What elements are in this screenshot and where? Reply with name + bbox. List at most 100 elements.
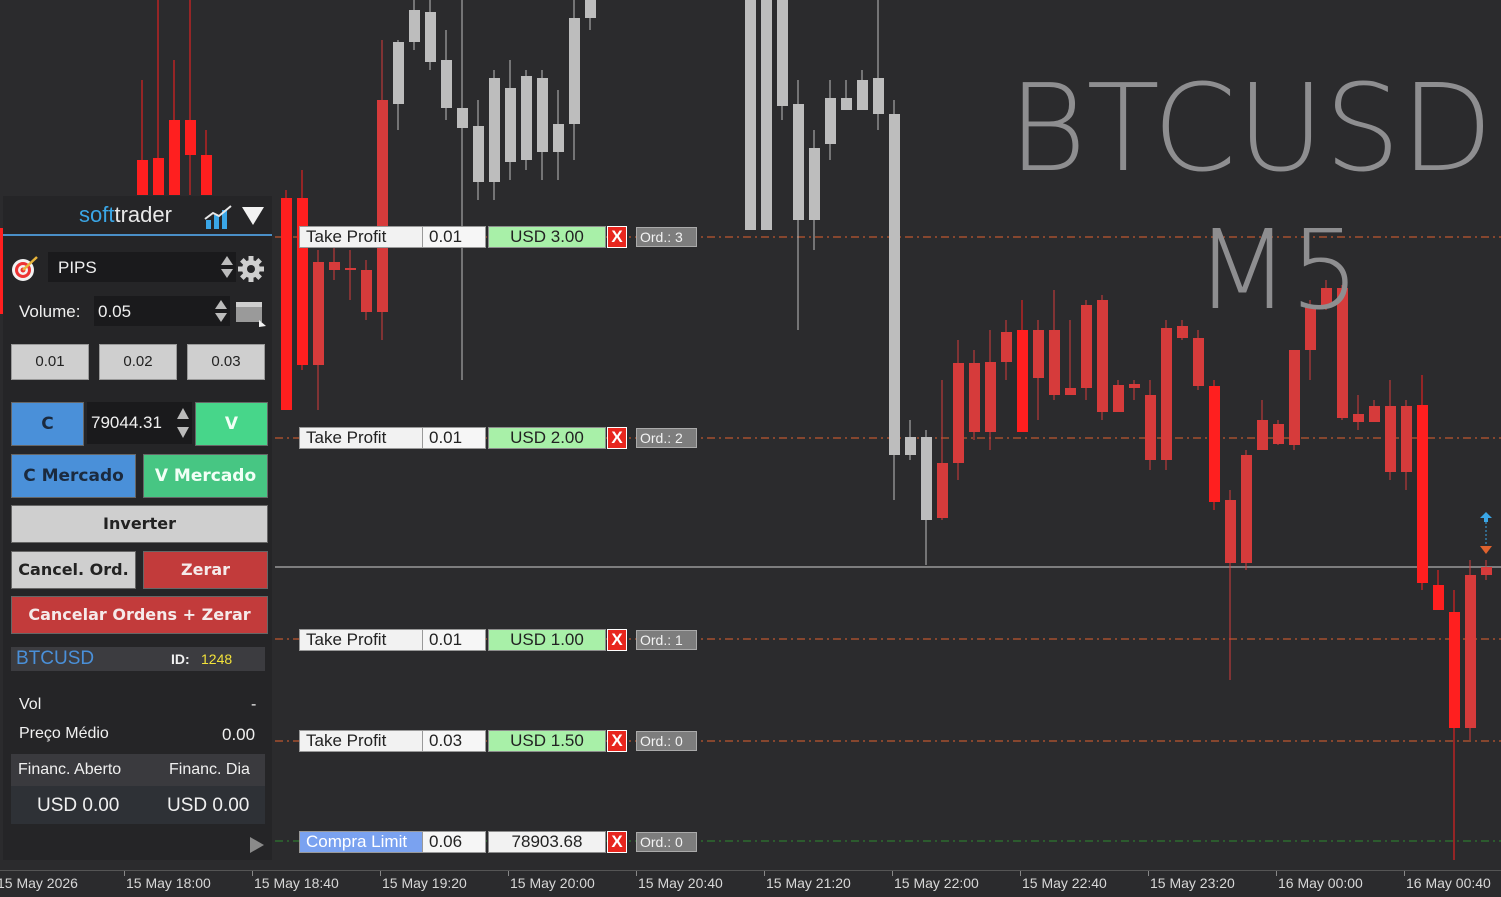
buy-button[interactable]: C: [11, 402, 84, 446]
volume-input[interactable]: 0.05: [94, 296, 230, 326]
gear-icon[interactable]: [237, 255, 265, 283]
candle-body: [1081, 305, 1092, 388]
close-order-button[interactable]: X: [607, 226, 627, 248]
order-type-label[interactable]: Take Profit: [299, 730, 425, 752]
sell-market-button[interactable]: V Mercado: [143, 454, 268, 498]
order-type-label[interactable]: Take Profit: [299, 629, 425, 651]
order-number: Ord.: 2: [636, 428, 697, 448]
id-value: 1248: [201, 651, 233, 667]
candle-body: [537, 78, 548, 152]
order-volume[interactable]: 0.01: [422, 427, 486, 449]
candle-body: [841, 98, 852, 110]
order-value[interactable]: USD 1.50: [488, 730, 606, 752]
time-axis-label: 16 May 00:40: [1406, 875, 1491, 891]
order-volume[interactable]: 0.01: [422, 226, 486, 248]
candle-body: [1001, 332, 1012, 362]
spinner-arrows-icon[interactable]: [214, 298, 228, 324]
close-order-button[interactable]: X: [607, 730, 627, 752]
candle-body: [1257, 420, 1268, 450]
candle-body: [281, 198, 292, 410]
order-type-label[interactable]: Take Profit: [299, 226, 425, 248]
candle-body: [425, 12, 436, 62]
order-type-label[interactable]: Compra Limit: [299, 831, 425, 853]
cancel-orders-button[interactable]: Cancel. Ord.: [11, 551, 136, 589]
volume-value: 0.05: [98, 302, 132, 321]
volume-label: Volume:: [19, 302, 81, 321]
time-axis-label: 15 May 18:00: [126, 875, 211, 891]
candle-body: [1177, 326, 1188, 338]
brand-divider: [3, 234, 272, 236]
candle-body: [489, 78, 500, 182]
collapse-triangle-icon[interactable]: [241, 206, 265, 226]
candle-body: [761, 0, 772, 230]
mode-select[interactable]: PIPS: [48, 252, 236, 282]
candle-body: [361, 270, 372, 312]
chart-timeframe-watermark: M5: [1195, 206, 1360, 334]
symbol-bar: BTCUSD ID: 1248: [11, 647, 265, 671]
target-icon: [12, 256, 38, 281]
time-axis: 15 May 2026 15 May 18:00 15 May 18:40 15…: [0, 870, 1501, 897]
buy-market-button[interactable]: C Mercado: [11, 454, 136, 498]
candle-body: [985, 362, 996, 432]
candle-body: [1113, 385, 1124, 412]
order-volume[interactable]: 0.01: [422, 629, 486, 651]
order-number: Ord.: 1: [636, 630, 697, 650]
brand-trader: trader: [114, 202, 172, 227]
candle-body: [889, 114, 900, 455]
candle-body: [345, 268, 356, 270]
time-axis-label: 15 May 19:20: [382, 875, 467, 891]
window-toggle-icon[interactable]: [235, 300, 267, 328]
candle-body: [169, 120, 180, 195]
candle-body: [1241, 455, 1252, 563]
close-order-button[interactable]: X: [607, 629, 627, 651]
vol-value: -: [251, 696, 257, 713]
order-price[interactable]: 78903.68: [488, 831, 606, 853]
expand-arrow-icon[interactable]: [249, 836, 265, 854]
chart-bars-icon: [204, 205, 232, 229]
preset-volume-0-01[interactable]: 0.01: [11, 344, 89, 380]
candle-body: [505, 88, 516, 162]
id-label: ID:: [171, 651, 190, 667]
invert-position-button[interactable]: Inverter: [11, 505, 268, 543]
time-axis-label: 15 May 18:40: [254, 875, 339, 891]
order-volume[interactable]: 0.03: [422, 730, 486, 752]
candle-body: [857, 80, 868, 110]
avg-price-value: 0.00: [222, 725, 256, 744]
candle-body: [569, 18, 580, 124]
order-value[interactable]: USD 1.00: [488, 629, 606, 651]
order-value[interactable]: USD 2.00: [488, 427, 606, 449]
zero-position-button[interactable]: Zerar: [143, 551, 268, 589]
price-input[interactable]: 79044.31: [87, 402, 192, 444]
candle-body: [1161, 328, 1172, 460]
candle-body: [1273, 424, 1284, 444]
order-volume[interactable]: 0.06: [422, 831, 486, 853]
candle-body: [1033, 330, 1044, 378]
candle-body: [825, 98, 836, 144]
open-fin-value: USD 0.00: [37, 795, 120, 816]
time-axis-label: 15 May 22:00: [894, 875, 979, 891]
candle-body: [969, 363, 980, 432]
day-fin-label: Financ. Dia: [169, 761, 250, 778]
preset-volume-0-03[interactable]: 0.03: [187, 344, 265, 380]
order-number: Ord.: 0: [636, 731, 697, 751]
candle-body: [441, 60, 452, 108]
candle-body: [1433, 585, 1444, 610]
buy-arrow-icon: [1480, 512, 1492, 522]
spinner-arrows-icon[interactable]: [220, 254, 234, 280]
order-type-label[interactable]: Take Profit: [299, 427, 425, 449]
time-axis-label: 15 May 23:20: [1150, 875, 1235, 891]
candle-body: [473, 126, 484, 182]
order-value[interactable]: USD 3.00: [488, 226, 606, 248]
sell-button[interactable]: V: [195, 402, 268, 446]
spinner-arrows-icon[interactable]: [176, 406, 190, 440]
candle-body: [329, 262, 340, 270]
preset-volume-0-02[interactable]: 0.02: [99, 344, 177, 380]
candle-body: [1385, 406, 1396, 472]
close-order-button[interactable]: X: [607, 427, 627, 449]
candle-body: [1209, 386, 1220, 502]
sell-arrow-icon: [1480, 546, 1492, 554]
cancel-orders-and-zero-button[interactable]: Cancelar Ordens + Zerar: [11, 596, 268, 634]
close-order-button[interactable]: X: [607, 831, 627, 853]
candle-body: [1401, 406, 1412, 472]
financial-summary: Financ. Aberto Financ. Dia USD 0.00 USD …: [11, 754, 265, 824]
